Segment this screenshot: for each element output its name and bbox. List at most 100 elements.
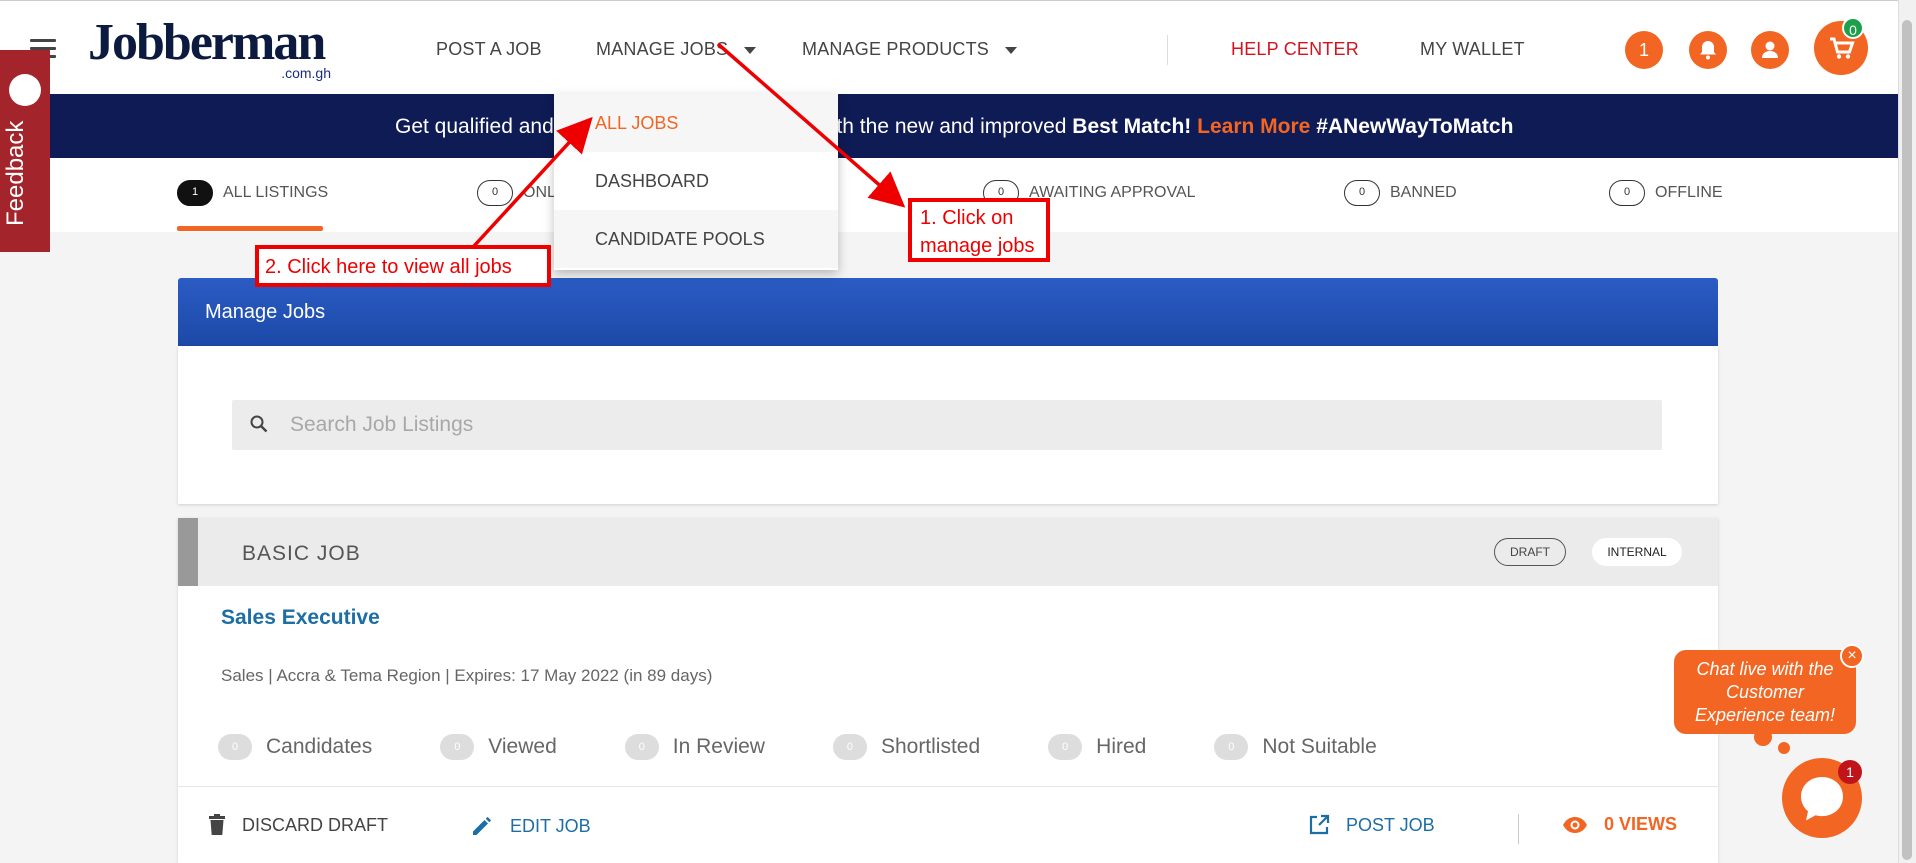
chat-line-2: Customer (1725, 682, 1805, 702)
annotation-step-1-line1: 1. Click on (920, 207, 1014, 229)
job-card: BASIC JOB DRAFT INTERNAL Sales Executive… (178, 518, 1718, 863)
tab-offline[interactable]: 0 OFFLINE (1609, 180, 1723, 206)
job-card-divider (178, 786, 1718, 787)
stat-hired[interactable]: 0 Hired (1048, 734, 1146, 760)
chat-bubble-tail-small (1778, 742, 1790, 754)
chat-close-icon[interactable]: × (1840, 644, 1864, 668)
stat-count: 0 (832, 734, 867, 760)
stat-label: Hired (1096, 735, 1147, 758)
tab-count: 1 (177, 180, 213, 206)
scrollbar-thumb[interactable] (1902, 20, 1912, 860)
views-counter[interactable]: 0 VIEWS (1562, 814, 1677, 835)
nav-manage-jobs[interactable]: MANAGE JOBS (596, 39, 757, 60)
caret-down-icon (744, 46, 757, 54)
caret-down-icon (1005, 46, 1018, 54)
manage-jobs-title: Manage Jobs (178, 278, 1718, 346)
feedback-bubble-icon (9, 74, 41, 106)
tab-label: ONL (523, 184, 556, 201)
job-status-bar (178, 518, 198, 586)
cart-count-badge: 0 (1842, 17, 1864, 39)
chat-line-1: Chat live with the (1696, 659, 1834, 679)
pencil-icon (473, 816, 492, 835)
internal-badge: INTERNAL (1592, 538, 1682, 566)
post-job-button[interactable]: POST JOB (1308, 814, 1435, 836)
chat-bubble-tail (1754, 728, 1772, 746)
stat-count: 0 (624, 734, 659, 760)
stat-label: Not Suitable (1262, 735, 1377, 758)
tab-all-listings[interactable]: 1 ALL LISTINGS (177, 180, 328, 206)
stat-count: 0 (1048, 734, 1083, 760)
jobberman-logo[interactable]: Jobberman .com.gh (88, 13, 333, 81)
nav-manage-jobs-label: MANAGE JOBS (596, 39, 729, 59)
dropdown-item-candidate-pools[interactable]: CANDIDATE POOLS (554, 210, 838, 268)
active-tab-underline (177, 226, 323, 231)
banner-part1: Get qualified and (395, 115, 554, 138)
promo-banner: Get qualified and ith the new and improve… (0, 94, 1898, 158)
search-bar (232, 400, 1662, 450)
annotation-step-1-line2: manage jobs (920, 235, 1035, 257)
stat-viewed[interactable]: 0 Viewed (440, 734, 557, 760)
action-separator (1518, 814, 1519, 844)
stat-label: Candidates (266, 735, 373, 758)
nav-post-a-job[interactable]: POST A JOB (436, 39, 542, 60)
tab-online[interactable]: 0 ONL (477, 180, 556, 206)
eye-icon (1563, 816, 1587, 833)
open-external-icon (1309, 814, 1330, 835)
tab-label: BANNED (1390, 184, 1457, 201)
stat-label: In Review (672, 735, 765, 758)
post-job-label: POST JOB (1346, 814, 1435, 835)
top-header: Jobberman .com.gh POST A JOB MANAGE JOBS… (0, 0, 1898, 94)
job-title-link[interactable]: Sales Executive (221, 606, 380, 630)
bell-icon[interactable] (1689, 31, 1727, 69)
edit-job-button[interactable]: EDIT JOB (470, 814, 591, 838)
manage-jobs-dropdown: ALL JOBS DASHBOARD CANDIDATE POOLS (554, 94, 838, 270)
tab-banned[interactable]: 0 BANNED (1344, 180, 1457, 206)
job-meta: Sales | Accra & Tema Region | Expires: 1… (221, 666, 713, 685)
job-card-header: BASIC JOB DRAFT INTERNAL (178, 518, 1718, 586)
stat-shortlisted[interactable]: 0 Shortlisted (832, 734, 980, 760)
feedback-label: Feedback (2, 120, 29, 226)
notification-count-button[interactable]: 1 (1625, 31, 1663, 69)
stat-in-review[interactable]: 0 In Review (624, 734, 765, 760)
stat-label: Viewed (488, 735, 557, 758)
search-icon (250, 415, 268, 433)
manage-jobs-panel (178, 346, 1718, 504)
search-job-listings-input[interactable] (290, 400, 1650, 450)
nav-manage-products-label: MANAGE PRODUCTS (802, 39, 990, 59)
dropdown-item-all-jobs[interactable]: ALL JOBS (554, 94, 838, 152)
annotation-step-1: 1. Click on manage jobs (908, 198, 1050, 262)
trash-icon (209, 814, 225, 835)
nav-divider (1167, 35, 1168, 65)
stat-candidates[interactable]: 0 Candidates (218, 734, 372, 760)
user-account-icon[interactable] (1751, 31, 1789, 69)
nav-my-wallet[interactable]: MY WALLET (1420, 39, 1525, 60)
job-stats: 0 Candidates 0 Viewed 0 In Review 0 Shortlis… (218, 732, 1445, 762)
discard-draft-button[interactable]: DISCARD DRAFT (208, 814, 388, 836)
chat-unread-badge: 1 (1838, 760, 1862, 784)
tab-count: 0 (1344, 180, 1380, 206)
stat-count: 0 (218, 734, 252, 760)
tab-label: OFFLINE (1655, 184, 1723, 201)
tab-count: 0 (477, 180, 513, 206)
job-type-label: BASIC JOB (242, 542, 361, 565)
logo-wordmark: Jobberman (88, 14, 326, 71)
banner-best-match: Best Match! (1072, 115, 1192, 138)
annotation-step-2: 2. Click here to view all jobs (255, 245, 551, 287)
tab-count: 0 (1609, 180, 1645, 206)
chat-invite-bubble[interactable]: Chat live with the Customer Experience t… (1674, 650, 1856, 734)
stat-not-suitable[interactable]: 0 Not Suitable (1214, 734, 1377, 760)
discard-draft-label: DISCARD DRAFT (242, 814, 389, 835)
banner-learn-more-link[interactable]: Learn More (1197, 115, 1310, 138)
views-label: 0 VIEWS (1604, 814, 1678, 834)
feedback-tab[interactable]: Feedback (0, 50, 50, 252)
tab-label: ALL LISTINGS (223, 184, 329, 201)
edit-job-label: EDIT JOB (510, 815, 591, 836)
chat-line-3: Experience team! (1694, 705, 1836, 725)
tab-label: AWAITING APPROVAL (1029, 184, 1196, 201)
banner-part2: ith the new and improved (831, 115, 1073, 138)
nav-manage-products[interactable]: MANAGE PRODUCTS (802, 39, 1018, 60)
draft-badge: DRAFT (1494, 538, 1566, 566)
stat-count: 0 (1214, 734, 1249, 760)
dropdown-item-dashboard[interactable]: DASHBOARD (554, 152, 838, 210)
nav-help-center[interactable]: HELP CENTER (1231, 39, 1359, 60)
